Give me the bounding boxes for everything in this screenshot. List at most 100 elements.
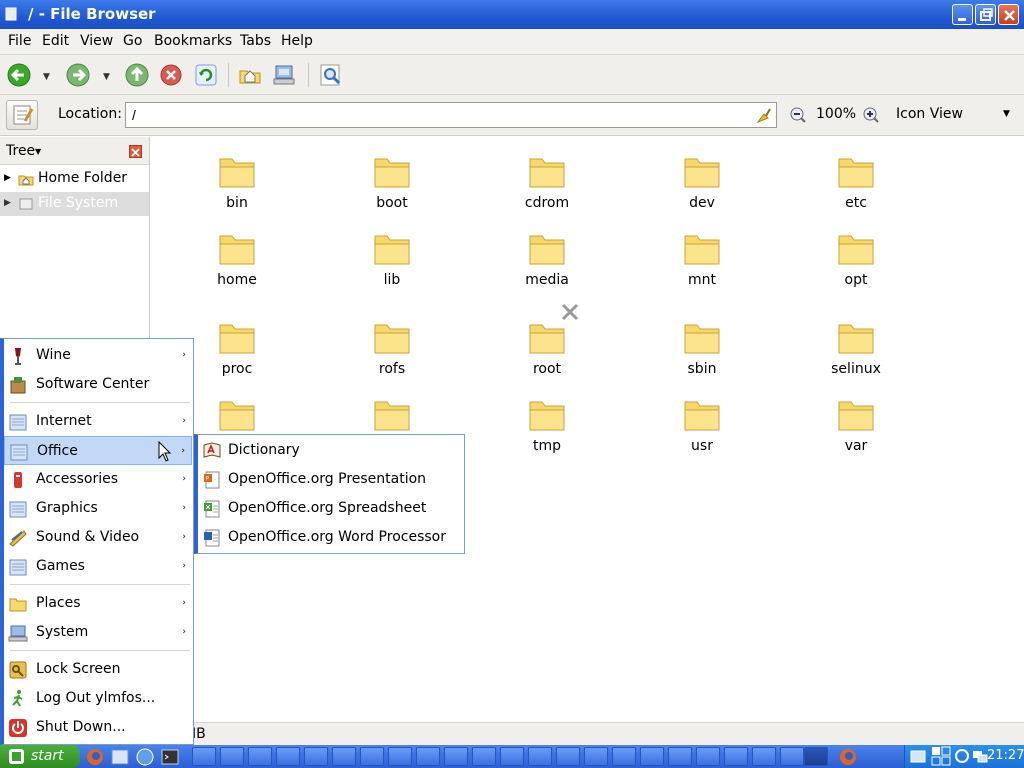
firefox-icon[interactable] xyxy=(85,747,105,767)
zoom-level[interactable]: 100% xyxy=(816,106,856,122)
taskbar-window-button[interactable] xyxy=(192,747,216,766)
sidebar-item-file-system[interactable]: ▶ File System xyxy=(0,192,149,216)
up-arrow-icon[interactable] xyxy=(124,62,150,88)
zoom-out-icon[interactable] xyxy=(789,106,807,124)
taskbar-window-button-active[interactable] xyxy=(804,747,828,766)
taskbar-window-button[interactable] xyxy=(724,747,748,766)
start-menu-item-sound-video[interactable]: Sound & Video › xyxy=(4,523,192,552)
volume-icon[interactable] xyxy=(953,747,971,765)
file-item[interactable]: bin xyxy=(182,151,292,223)
file-item[interactable]: dev xyxy=(647,151,757,223)
start-menu-item-system[interactable]: System › xyxy=(4,618,192,647)
taskbar-window-button[interactable] xyxy=(668,747,692,766)
taskbar-window-button[interactable] xyxy=(780,747,804,766)
menu-go[interactable]: Go xyxy=(123,33,142,49)
sidebar-title-dropdown-icon[interactable]: ▼ xyxy=(35,147,41,156)
browser-launcher-icon[interactable] xyxy=(135,747,155,767)
submenu-item-spreadsheet[interactable]: OpenOffice.org Spreadsheet xyxy=(198,494,463,523)
reload-icon[interactable] xyxy=(193,62,219,88)
view-mode-select[interactable]: Icon View xyxy=(896,106,963,122)
menu-tabs[interactable]: Tabs xyxy=(240,33,271,49)
file-item[interactable]: boot xyxy=(337,151,447,223)
file-item[interactable]: lib xyxy=(337,228,447,300)
file-item[interactable]: sbin xyxy=(647,317,757,389)
start-button[interactable]: start xyxy=(0,745,80,768)
submenu-item-dictionary[interactable]: Dictionary xyxy=(198,436,463,465)
menu-edit[interactable]: Edit xyxy=(42,33,69,49)
taskbar-window-button[interactable] xyxy=(416,747,440,766)
file-item[interactable]: tmp xyxy=(492,394,602,466)
taskbar-window-button[interactable] xyxy=(696,747,720,766)
location-toggle-button[interactable] xyxy=(6,100,38,130)
start-menu-item-shut-down[interactable]: Shut Down... xyxy=(4,713,192,742)
start-menu-item-games[interactable]: Games › xyxy=(4,552,192,581)
file-item[interactable]: usr xyxy=(647,394,757,466)
home-folder-icon[interactable] xyxy=(237,62,263,88)
file-item[interactable]: proc xyxy=(182,317,292,389)
submenu-item-word-processor[interactable]: OpenOffice.org Word Processor xyxy=(198,523,463,552)
menu-bookmarks[interactable]: Bookmarks xyxy=(154,33,232,49)
taskbar-window-button[interactable] xyxy=(528,747,552,766)
start-menu-item-lock-screen[interactable]: Lock Screen xyxy=(4,655,192,684)
taskbar-window-button[interactable] xyxy=(500,747,524,766)
taskbar-window-button[interactable] xyxy=(360,747,384,766)
taskbar-window-button[interactable] xyxy=(276,747,300,766)
clock[interactable]: 21:27 xyxy=(987,748,1024,763)
location-input[interactable] xyxy=(125,102,777,128)
taskbar-window-button[interactable] xyxy=(640,747,664,766)
file-item[interactable]: var xyxy=(801,394,911,466)
zoom-in-icon[interactable] xyxy=(862,106,880,124)
firefox-icon[interactable] xyxy=(838,747,858,767)
back-arrow-icon[interactable] xyxy=(6,62,32,88)
submenu-item-presentation[interactable]: P OpenOffice.org Presentation xyxy=(198,465,463,494)
file-item[interactable]: etc xyxy=(801,151,911,223)
sidebar-title[interactable]: Tree xyxy=(6,143,35,159)
taskbar-window-button[interactable] xyxy=(752,747,776,766)
file-item[interactable]: root xyxy=(492,317,602,389)
clear-location-icon[interactable] xyxy=(754,106,772,124)
file-item[interactable]: mnt xyxy=(647,228,757,300)
forward-dropdown-arrow-icon[interactable]: ▼ xyxy=(103,72,110,82)
taskbar-window-button[interactable] xyxy=(304,747,328,766)
start-menu-item-accessories[interactable]: Accessories › xyxy=(4,465,192,494)
desktop-switcher-icon[interactable] xyxy=(931,746,951,766)
start-menu-item-places[interactable]: Places › xyxy=(4,589,192,618)
taskbar-window-button[interactable] xyxy=(444,747,468,766)
back-dropdown-arrow-icon[interactable]: ▼ xyxy=(43,72,50,82)
file-item[interactable]: opt xyxy=(801,228,911,300)
sidebar-close-button[interactable] xyxy=(129,145,142,158)
expand-arrow-icon[interactable]: ▶ xyxy=(4,198,11,208)
menu-view[interactable]: View xyxy=(80,33,113,49)
view-dropdown-arrow-icon[interactable]: ▼ xyxy=(1003,109,1010,119)
start-menu-item-wine[interactable]: Wine › xyxy=(4,341,192,370)
taskbar-window-button[interactable] xyxy=(220,747,244,766)
update-icon[interactable] xyxy=(909,747,927,765)
terminal-icon[interactable] xyxy=(160,747,180,767)
sidebar-item-home-folder[interactable]: ▶ Home Folder xyxy=(0,167,149,191)
forward-arrow-icon[interactable] xyxy=(65,62,91,88)
file-item[interactable]: selinux xyxy=(801,317,911,389)
start-menu-item-log-out[interactable]: Log Out ylmfos... xyxy=(4,684,192,713)
file-item[interactable]: rofs xyxy=(337,317,447,389)
file-item[interactable]: cdrom xyxy=(492,151,602,223)
taskbar-window-button[interactable] xyxy=(556,747,580,766)
maximize-button[interactable] xyxy=(975,4,996,25)
stop-icon[interactable] xyxy=(158,62,184,88)
taskbar-window-button[interactable] xyxy=(248,747,272,766)
start-menu-item-graphics[interactable]: Graphics › xyxy=(4,494,192,523)
computer-icon[interactable] xyxy=(272,62,298,88)
window-titlebar[interactable]: / - File Browser xyxy=(0,0,1024,29)
taskbar-window-button[interactable] xyxy=(332,747,356,766)
taskbar-window-button[interactable] xyxy=(584,747,608,766)
file-item[interactable]: home xyxy=(182,228,292,300)
file-item[interactable]: media xyxy=(492,228,602,300)
taskbar-window-button[interactable] xyxy=(612,747,636,766)
menu-help[interactable]: Help xyxy=(281,33,313,49)
start-menu-item-internet[interactable]: Internet › xyxy=(4,407,192,436)
menu-file[interactable]: File xyxy=(8,33,31,49)
file-manager-launcher-icon[interactable] xyxy=(110,747,130,767)
minimize-button[interactable] xyxy=(952,4,973,25)
search-icon[interactable] xyxy=(318,62,344,88)
start-menu-item-software-center[interactable]: Software Center xyxy=(4,370,192,399)
taskbar-window-button[interactable] xyxy=(472,747,496,766)
